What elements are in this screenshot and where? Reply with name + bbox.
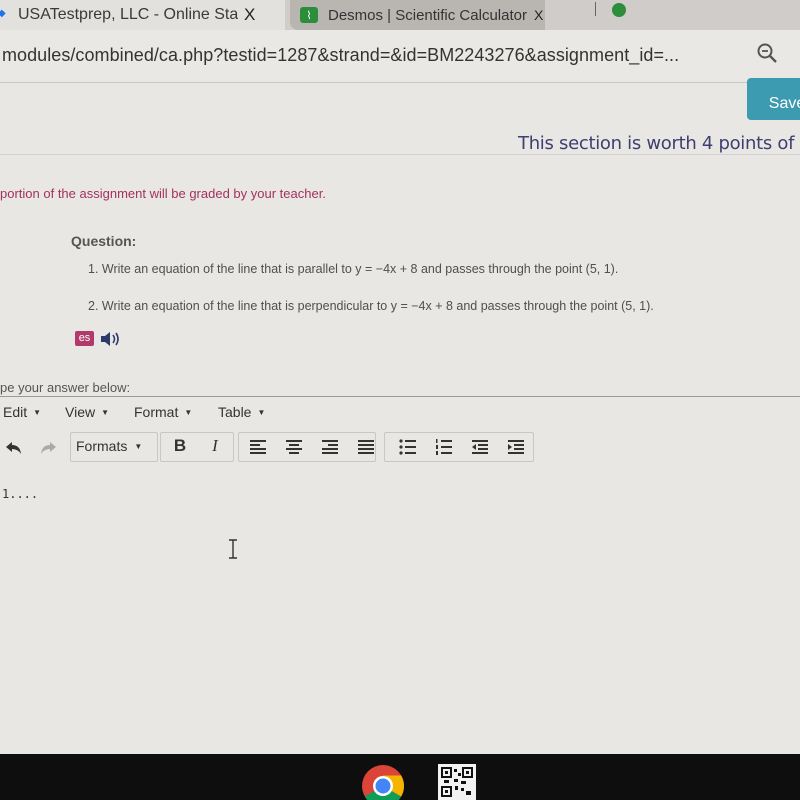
menu-label: Table <box>218 404 252 420</box>
align-right-icon[interactable] <box>319 438 341 456</box>
question-item-1: 1. Write an equation of the line that is… <box>88 262 619 276</box>
os-taskbar <box>0 754 800 800</box>
outdent-icon[interactable] <box>469 438 491 456</box>
tab-title: Desmos | Scientific Calculator <box>328 6 527 24</box>
redo-icon <box>41 442 56 454</box>
menu-label: Edit <box>3 404 28 420</box>
editor-text[interactable]: 1.... <box>2 487 38 501</box>
italic-button[interactable]: I <box>205 436 225 456</box>
align-left-icon[interactable] <box>247 438 269 456</box>
menu-format[interactable]: Format ▼ <box>134 404 192 420</box>
formats-dropdown[interactable]: Formats ▼ <box>76 438 142 454</box>
bullet-list-icon[interactable] <box>397 438 419 456</box>
menu-label: View <box>65 404 96 420</box>
green-circle-icon <box>612 3 626 17</box>
url-text[interactable]: modules/combined/ca.php?testid=1287&stra… <box>0 45 679 66</box>
question-heading: Question: <box>71 233 137 249</box>
menu-edit[interactable]: Edit ▼ <box>3 404 41 420</box>
tab-favicon-icon: ◆ <box>0 8 6 19</box>
text-cursor-icon <box>229 539 237 559</box>
tab-close-icon[interactable]: X <box>534 7 543 23</box>
undo-button[interactable] <box>0 436 28 460</box>
rich-text-editor: Edit ▼ View ▼ Format ▼ Table ▼ Formats ▼ <box>0 396 800 754</box>
tab-usatestprep[interactable]: ◆ USATestprep, LLC - Online Sta X <box>0 0 285 30</box>
qr-code-icon[interactable] <box>438 764 476 800</box>
section-points-text: This section is worth 4 points of <box>518 133 795 154</box>
qr-pattern <box>441 767 473 797</box>
address-bar[interactable]: modules/combined/ca.php?testid=1287&stra… <box>0 30 800 80</box>
formats-label: Formats <box>76 438 128 454</box>
question-item-2: 2. Write an equation of the line that is… <box>88 299 654 313</box>
bold-button[interactable]: B <box>170 436 190 456</box>
tab-close-icon[interactable]: X <box>244 5 255 25</box>
menu-table[interactable]: Table ▼ <box>218 404 265 420</box>
numbered-list-icon[interactable] <box>433 438 455 456</box>
tab-title: USATestprep, LLC - Online Sta <box>18 6 238 23</box>
caret-down-icon: ▼ <box>184 407 193 417</box>
editor-toolbar: Formats ▼ B I <box>0 430 800 466</box>
undo-icon <box>6 442 21 454</box>
align-center-icon[interactable] <box>283 438 305 456</box>
editor-content-area[interactable]: 1.... <box>0 471 800 755</box>
browser-tab-bar: ◆ USATestprep, LLC - Online Sta X ⌇ Desm… <box>0 0 800 30</box>
magnifier-minus-icon[interactable] <box>756 42 778 64</box>
tab-separator <box>595 2 596 16</box>
caret-down-icon: ▼ <box>257 407 266 417</box>
graded-by-teacher-note: portion of the assignment will be graded… <box>0 186 326 201</box>
speaker-icon[interactable] <box>99 330 121 348</box>
chrome-icon[interactable] <box>361 764 405 800</box>
caret-down-icon: ▼ <box>134 441 143 451</box>
spanish-translate-button[interactable]: es <box>75 331 94 346</box>
tab-third[interactable] <box>612 0 800 20</box>
redo-button[interactable] <box>34 436 62 460</box>
tab-desmos[interactable]: ⌇ Desmos | Scientific Calculator X <box>290 0 545 30</box>
divider <box>0 82 800 83</box>
divider <box>0 154 800 155</box>
menu-view[interactable]: View ▼ <box>65 404 109 420</box>
caret-down-icon: ▼ <box>33 407 42 417</box>
align-justify-icon[interactable] <box>355 438 377 456</box>
indent-icon[interactable] <box>505 438 527 456</box>
menu-label: Format <box>134 404 179 420</box>
desmos-icon: ⌇ <box>300 7 318 23</box>
answer-prompt-label: pe your answer below: <box>0 380 131 395</box>
caret-down-icon: ▼ <box>101 407 110 417</box>
save-button[interactable]: Save <box>747 78 800 120</box>
